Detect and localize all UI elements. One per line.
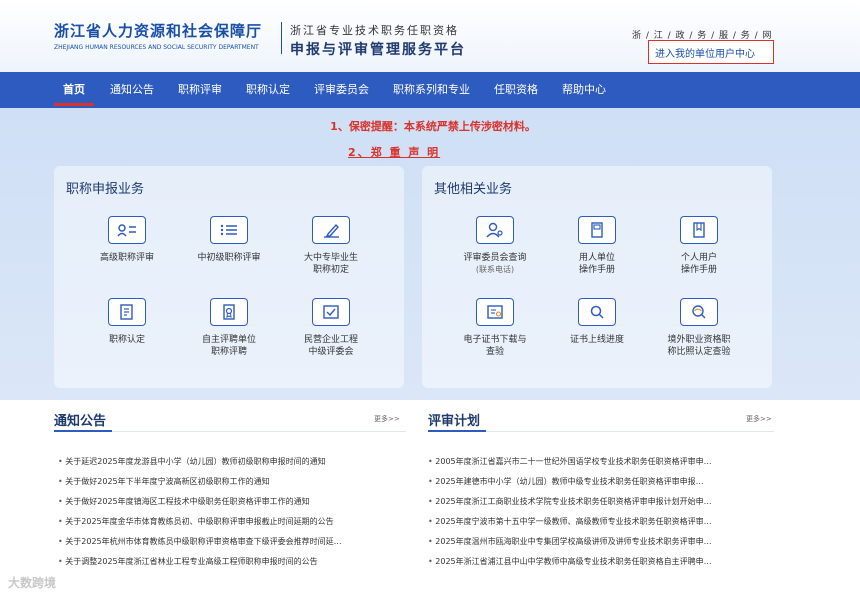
- watermark-logo: 大数跨境: [8, 576, 57, 590]
- header-divider: [281, 22, 282, 54]
- nav-title-series[interactable]: 职称系列和专业: [393, 72, 470, 108]
- service-committee-query[interactable]: 评审委员会查询 (联系电话): [440, 216, 550, 276]
- plan-item[interactable]: 2025年度温州市瓯海职业中专集团学校高级讲师及讲师专业技术职务评审申…: [428, 536, 774, 548]
- header: 浙江省人力资源和社会保障厅 ZHEJIANG HUMAN RESOURCES A…: [0, 0, 860, 72]
- service-label: 中初级职称评审: [197, 253, 261, 263]
- service-label-line2: 查验: [485, 347, 504, 357]
- service-private-enterprise[interactable]: 民营企业工程 中级评委会: [276, 298, 386, 358]
- service-e-certificate[interactable]: 电子证书下载与 查验: [440, 298, 550, 358]
- user-center-link[interactable]: 进入我的单位用户中心: [648, 40, 774, 64]
- service-self-appraisal[interactable]: 自主评聘单位 职称评聘: [174, 298, 284, 358]
- plan-more-link[interactable]: 更多>>: [746, 414, 772, 424]
- globe-search-icon: [680, 298, 718, 326]
- service-label: 民营企业工程: [303, 335, 358, 345]
- department-name-en: ZHEJIANG HUMAN RESOURCES AND SOCIAL SECU…: [54, 44, 259, 51]
- service-label: 证书上线进度: [569, 335, 624, 345]
- service-label-line2: 职称评聘: [210, 347, 247, 357]
- service-label: 高级职称评审: [99, 253, 154, 263]
- service-label: 电子证书下载与: [463, 335, 527, 345]
- title-application-panel: 职称申报业务 高级职称评审 中初级职称评审 大中专毕业生 职称初定 职称认定 自主…: [54, 166, 404, 388]
- service-label-line2: 操作手册: [680, 265, 717, 275]
- manual-icon: [578, 216, 616, 244]
- service-personal-manual[interactable]: 个人用户 操作手册: [644, 216, 754, 276]
- nav-title-review[interactable]: 职称评审: [178, 72, 222, 108]
- service-label: 个人用户: [680, 253, 717, 263]
- related-services-panel: 其他相关业务 评审委员会查询 (联系电话) 用人单位操作手册 个人用户操作手册 电…: [422, 166, 772, 388]
- search-icon: [578, 298, 616, 326]
- pen-icon: [312, 216, 350, 244]
- service-label-line2: 操作手册: [578, 265, 615, 275]
- plan-item[interactable]: 2005年度浙江省嘉兴市二十一世纪外国语学校专业技术职务任职资格评审申…: [428, 456, 774, 468]
- person-card-icon: [108, 216, 146, 244]
- list-icon: [210, 216, 248, 244]
- service-employer-manual[interactable]: 用人单位 操作手册: [542, 216, 652, 276]
- statement-link[interactable]: 2、郑 重 声 明: [348, 144, 440, 160]
- certificate-download-icon: [476, 298, 514, 326]
- notice-item[interactable]: 关于延迟2025年度龙游县中小学（幼儿园）教师初级职称申报时间的通知: [58, 456, 406, 468]
- document-icon: [108, 298, 146, 326]
- nav-active-indicator: [54, 103, 94, 106]
- service-overseas-qualification[interactable]: 境外职业资格职 称比照认定查验: [644, 298, 754, 358]
- notice-item[interactable]: 关于做好2025年下半年度宁波高新区初级职称工作的通知: [58, 476, 406, 488]
- section-underline: [54, 430, 112, 432]
- service-label-line2: 中级评委会: [308, 347, 354, 357]
- check-document-icon: [312, 298, 350, 326]
- service-graduate-initial[interactable]: 大中专毕业生 职称初定: [276, 216, 386, 276]
- plan-item[interactable]: 2025年度宁波市第十五中学一级教师、高级教师专业技术职务任职资格评审…: [428, 516, 774, 528]
- nav-title-recognition[interactable]: 职称认定: [246, 72, 290, 108]
- main-nav: 首页 通知公告 职称评审 职称认定 评审委员会 职称系列和专业 任职资格 帮助中…: [0, 72, 860, 108]
- plan-item[interactable]: 2025年度浙江工商职业技术学院专业技术职务任职资格评审申报计划开始申…: [428, 496, 774, 508]
- service-label: 大中专毕业生: [303, 253, 358, 263]
- service-label-line2: 职称初定: [312, 265, 349, 275]
- plan-section-title: 评审计划: [428, 414, 481, 429]
- notice-item[interactable]: 关于2025年杭州市体育教练员中级职称评审资格审查下级评委会推荐时间延…: [58, 536, 406, 548]
- platform-title: 申报与评审管理服务平台: [290, 42, 466, 58]
- service-label: 评审委员会查询: [463, 253, 527, 263]
- nav-notices[interactable]: 通知公告: [110, 72, 154, 108]
- nav-qualifications[interactable]: 任职资格: [494, 72, 538, 108]
- nav-help-center[interactable]: 帮助中心: [562, 72, 606, 108]
- service-senior-review[interactable]: 高级职称评审: [72, 216, 182, 264]
- service-label: 境外职业资格职: [667, 335, 731, 345]
- service-certificate-progress[interactable]: 证书上线进度: [542, 298, 652, 346]
- platform-subtitle: 浙江省专业技术职务任职资格: [290, 24, 459, 37]
- service-label: 用人单位: [578, 253, 615, 263]
- security-notice: 1、保密提醒：本系统严禁上传涉密材料。: [330, 120, 536, 133]
- service-mid-junior-review[interactable]: 中初级职称评审: [174, 216, 284, 264]
- plan-item[interactable]: 2025年建德市中小学（幼儿园）教师中级专业技术职务任职资格评审申报…: [428, 476, 774, 488]
- service-label-line2: 称比照认定查验: [667, 347, 731, 357]
- notice-section-title: 通知公告: [54, 414, 107, 429]
- panel-title: 其他相关业务: [434, 182, 513, 197]
- person-search-icon: [476, 216, 514, 244]
- service-label: 职称认定: [108, 335, 145, 345]
- service-sublabel: (联系电话): [475, 265, 515, 274]
- notice-item[interactable]: 关于调整2025年度浙江省林业工程专业高级工程师职称申报时间的公告: [58, 556, 406, 568]
- plan-item[interactable]: 2025年浙江省浦江县中山中学教师中高级专业技术职务任职资格自主评聘申…: [428, 556, 774, 568]
- certificate-icon: [210, 298, 248, 326]
- service-label: 自主评聘单位: [201, 335, 256, 345]
- notice-more-link[interactable]: 更多>>: [374, 414, 400, 424]
- notice-item[interactable]: 关于做好2025年度镇海区工程技术中级职务任职资格评审工作的通知: [58, 496, 406, 508]
- notice-item[interactable]: 关于2025年度金华市体育教练员初、中级职称评审申报截止时间延期的公告: [58, 516, 406, 528]
- nav-review-committee[interactable]: 评审委员会: [314, 72, 369, 108]
- bookmark-icon: [680, 216, 718, 244]
- section-underline: [428, 430, 486, 432]
- panel-title: 职称申报业务: [66, 182, 145, 197]
- department-name[interactable]: 浙江省人力资源和社会保障厅: [54, 20, 262, 41]
- service-title-recognition[interactable]: 职称认定: [72, 298, 182, 346]
